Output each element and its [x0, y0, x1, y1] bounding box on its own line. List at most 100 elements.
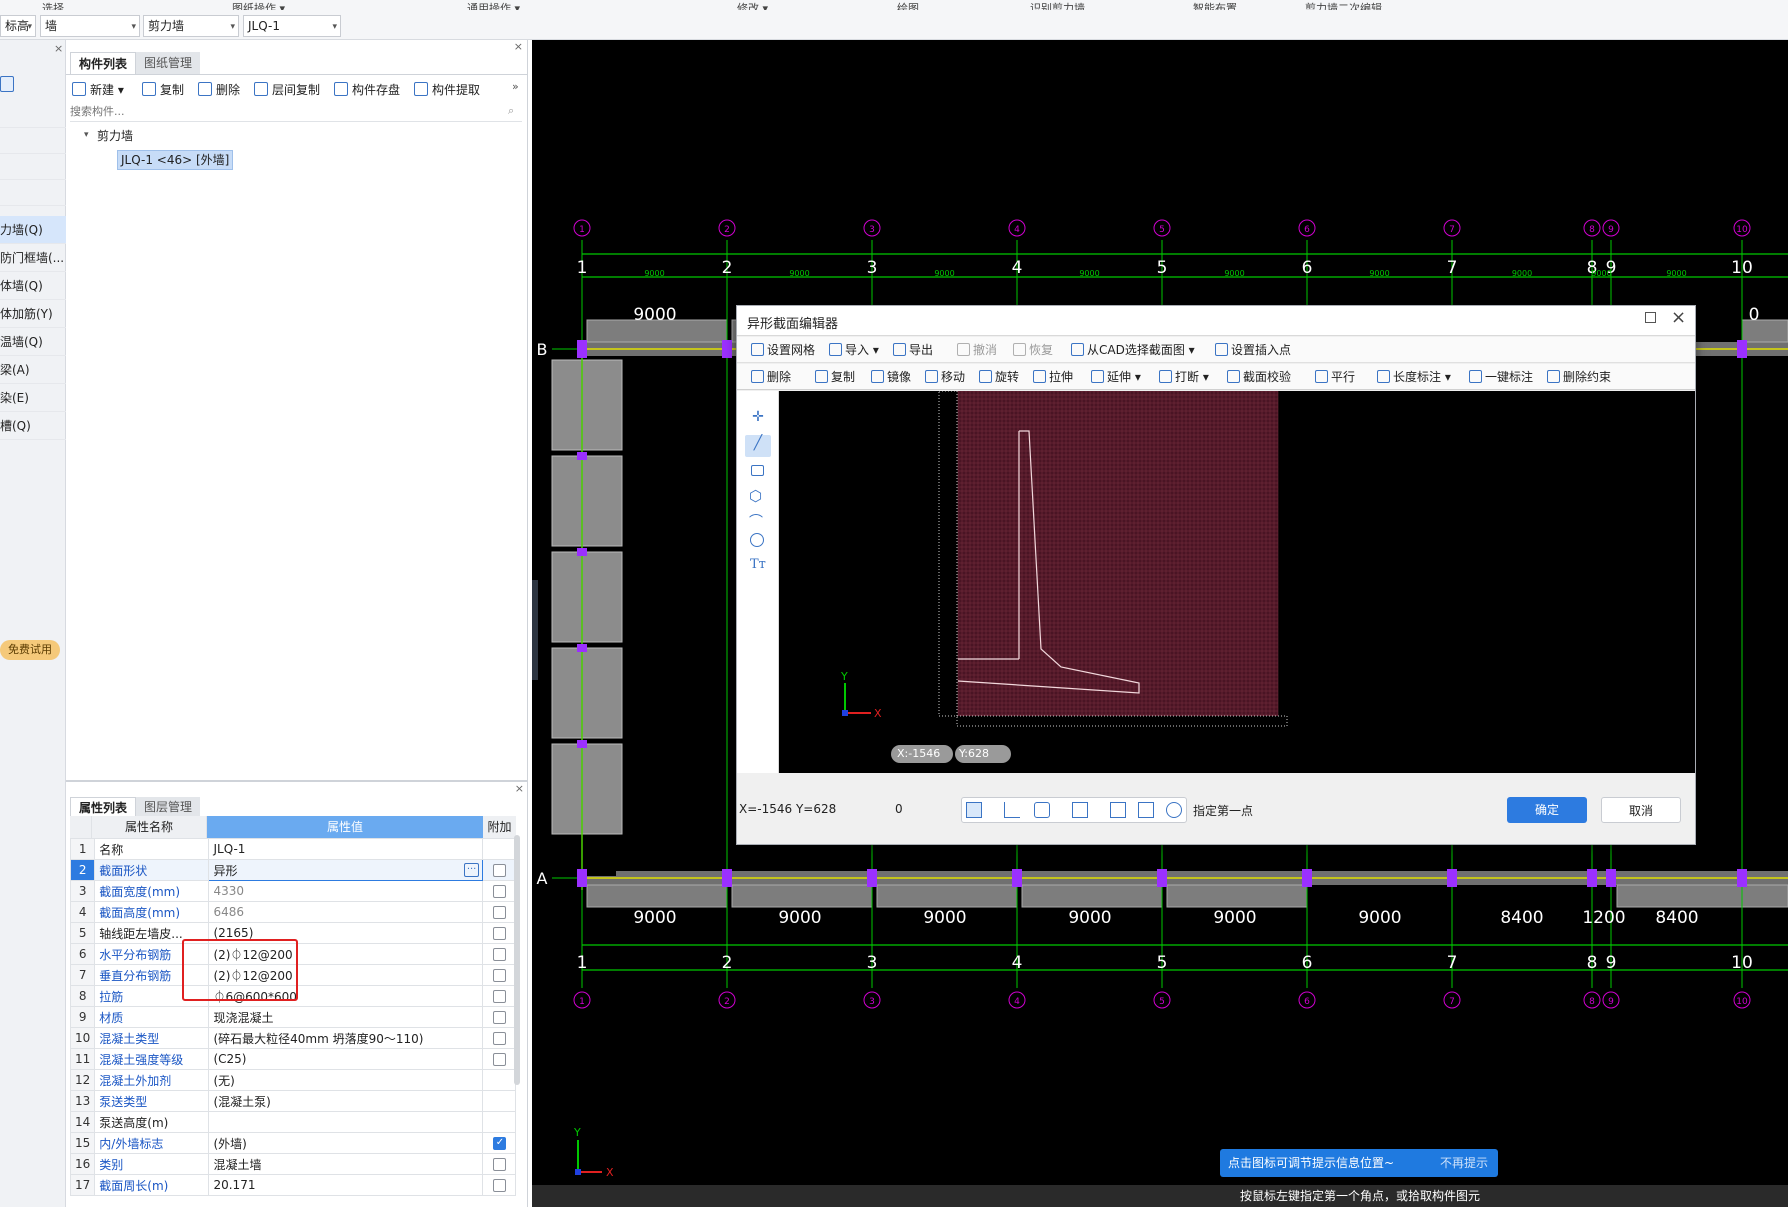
nav-item-groove[interactable]: 槽(Q): [0, 412, 66, 440]
list-view-icon[interactable]: [0, 76, 14, 92]
nav-item-insulation-wall[interactable]: 温墙(Q): [0, 328, 66, 356]
property-value[interactable]: 现浇混凝土: [208, 1006, 484, 1028]
additional-checkbox[interactable]: [492, 948, 506, 961]
set-insert-point-button[interactable]: 设置插入点: [1215, 340, 1291, 360]
ribbon-group-smart-layout[interactable]: 智能布置: [1193, 0, 1237, 10]
additional-checkbox[interactable]: [492, 1137, 506, 1150]
close-icon[interactable]: ×: [514, 40, 523, 53]
section-check-button[interactable]: 截面校验: [1227, 367, 1291, 387]
move-button[interactable]: 移动: [925, 367, 965, 387]
additional-checkbox[interactable]: [492, 885, 506, 898]
scrollbar[interactable]: [514, 835, 520, 1085]
mirror-button[interactable]: 镜像: [871, 367, 911, 387]
one-click-dimension-button[interactable]: 一键标注: [1469, 367, 1533, 387]
ribbon-group-draw[interactable]: 绘图: [897, 0, 919, 10]
extract-component-button[interactable]: 构件提取: [414, 80, 480, 100]
property-row[interactable]: 16 类别 混凝土墙: [69, 1153, 516, 1175]
arc-tool-icon[interactable]: ⌒: [749, 511, 763, 531]
dialog-titlebar[interactable]: 异形截面编辑器 ×: [737, 306, 1695, 336]
cancel-button[interactable]: 取消: [1601, 797, 1681, 823]
delete-shape-button[interactable]: 删除: [751, 367, 791, 387]
delete-button[interactable]: 删除: [198, 80, 240, 100]
close-icon[interactable]: ×: [515, 782, 524, 795]
circle-tool-icon[interactable]: [750, 533, 764, 547]
save-component-button[interactable]: 构件存盘: [334, 80, 400, 100]
dynamic-input-icon[interactable]: [1072, 802, 1088, 818]
nav-item-shear-wall[interactable]: 力墙(Q): [0, 216, 66, 244]
maximize-icon[interactable]: [1645, 312, 1656, 323]
property-value[interactable]: 混凝土墙: [208, 1153, 484, 1175]
close-icon[interactable]: ×: [1671, 307, 1686, 328]
copy-button[interactable]: 复制: [142, 80, 184, 100]
tree-expand-icon[interactable]: ▾: [84, 130, 89, 140]
stretch-button[interactable]: 拉伸: [1033, 367, 1073, 387]
new-component-button[interactable]: 新建 ▾: [72, 80, 124, 100]
property-row[interactable]: 14 泵送高度(m): [69, 1111, 516, 1133]
property-row[interactable]: 12 混凝土外加剂 (无): [69, 1069, 516, 1091]
ortho-icon[interactable]: [1004, 802, 1020, 818]
property-value[interactable]: JLQ-1: [208, 838, 484, 860]
additional-checkbox[interactable]: [492, 1032, 506, 1045]
parallel-button[interactable]: 平行: [1315, 367, 1355, 387]
nav-item-beam[interactable]: 梁(A): [0, 356, 66, 384]
property-row[interactable]: 17 截面周长(m) 20.171: [69, 1174, 516, 1196]
tab-drawing-management[interactable]: 图纸管理: [136, 52, 201, 74]
select-from-cad-button[interactable]: 从CAD选择截面图 ▾: [1071, 340, 1195, 360]
additional-checkbox[interactable]: [492, 906, 506, 919]
import-button[interactable]: 导入 ▾: [829, 340, 879, 360]
property-value[interactable]: (C25): [208, 1048, 484, 1070]
ribbon-group-secondary-edit[interactable]: 剪力墙二次编辑: [1305, 0, 1382, 10]
tab-property-list[interactable]: 属性列表: [70, 797, 137, 817]
property-row[interactable]: 2 截面形状 异形 ···: [69, 859, 516, 881]
tab-layer-management[interactable]: 图层管理: [136, 797, 201, 817]
more-chevron-icon[interactable]: »: [512, 80, 519, 93]
ok-button[interactable]: 确定: [1507, 797, 1587, 823]
component-search-input[interactable]: [70, 102, 522, 122]
rotate-button[interactable]: 旋转: [979, 367, 1019, 387]
export-button[interactable]: 导出: [893, 340, 933, 360]
close-icon[interactable]: ×: [54, 42, 63, 55]
ribbon-group-common-ops[interactable]: 通用操作 ▾: [467, 0, 520, 10]
property-value[interactable]: (外墙): [208, 1132, 484, 1154]
property-row[interactable]: 9 材质 现浇混凝土: [69, 1006, 516, 1028]
text-tool-icon[interactable]: Tт: [750, 557, 766, 572]
floor-select[interactable]: 标高 ▾: [0, 15, 36, 37]
additional-checkbox[interactable]: [492, 927, 506, 940]
line-tool-icon[interactable]: ╱: [745, 435, 771, 457]
dismiss-tip-link[interactable]: 不再提示: [1440, 1149, 1488, 1177]
location-pin-icon[interactable]: [1166, 802, 1182, 818]
property-value[interactable]: 4330: [208, 880, 484, 902]
rectangle-tool-icon[interactable]: [751, 465, 764, 476]
additional-checkbox[interactable]: [492, 990, 506, 1003]
tree-root-shear-wall[interactable]: 剪力墙: [97, 127, 133, 144]
free-trial-badge[interactable]: 免费试用: [0, 640, 60, 660]
property-value[interactable]: (混凝土泵): [208, 1090, 484, 1112]
additional-checkbox[interactable]: [492, 1179, 506, 1192]
object-snap-icon[interactable]: [1034, 802, 1050, 818]
property-value[interactable]: [208, 1111, 484, 1133]
search-icon[interactable]: ⌕: [508, 104, 514, 118]
property-value[interactable]: (碎石最大粒径40mm 坍落度90～110): [208, 1027, 484, 1049]
property-row[interactable]: 4 截面高度(mm) 6486: [69, 901, 516, 923]
redo-button[interactable]: 恢复: [1013, 340, 1053, 360]
set-grid-button[interactable]: 设置网格: [751, 340, 815, 360]
additional-checkbox[interactable]: [492, 864, 506, 877]
panel-collapse-handle[interactable]: [532, 580, 538, 680]
nav-item-blast-frame-wall[interactable]: 防门框墙(...: [0, 244, 66, 272]
polygon-tool-icon[interactable]: ⬡: [749, 487, 762, 505]
property-value[interactable]: (无): [208, 1069, 484, 1091]
track-icon[interactable]: [1138, 802, 1154, 818]
additional-checkbox[interactable]: [492, 1158, 506, 1171]
type-select[interactable]: 剪力墙 ▾: [143, 15, 239, 37]
component-select[interactable]: JLQ-1 ▾: [243, 15, 341, 37]
property-row[interactable]: 11 混凝土强度等级 (C25): [69, 1048, 516, 1070]
ribbon-group-identify[interactable]: 识别剪力墙: [1030, 0, 1085, 10]
ribbon-group-drawing-ops[interactable]: 图纸操作 ▾: [232, 0, 285, 10]
point-tool-icon[interactable]: ✛: [749, 409, 767, 427]
property-row[interactable]: 3 截面宽度(mm) 4330: [69, 880, 516, 902]
ribbon-group-select[interactable]: 选择: [42, 0, 64, 10]
ribbon-group-modify[interactable]: 修改 ▾: [737, 0, 768, 10]
property-value[interactable]: 异形 ···: [208, 859, 484, 881]
extend-button[interactable]: 延伸 ▾: [1091, 367, 1141, 387]
nav-item-masonry-rebar[interactable]: 体加筋(Y): [0, 300, 66, 328]
